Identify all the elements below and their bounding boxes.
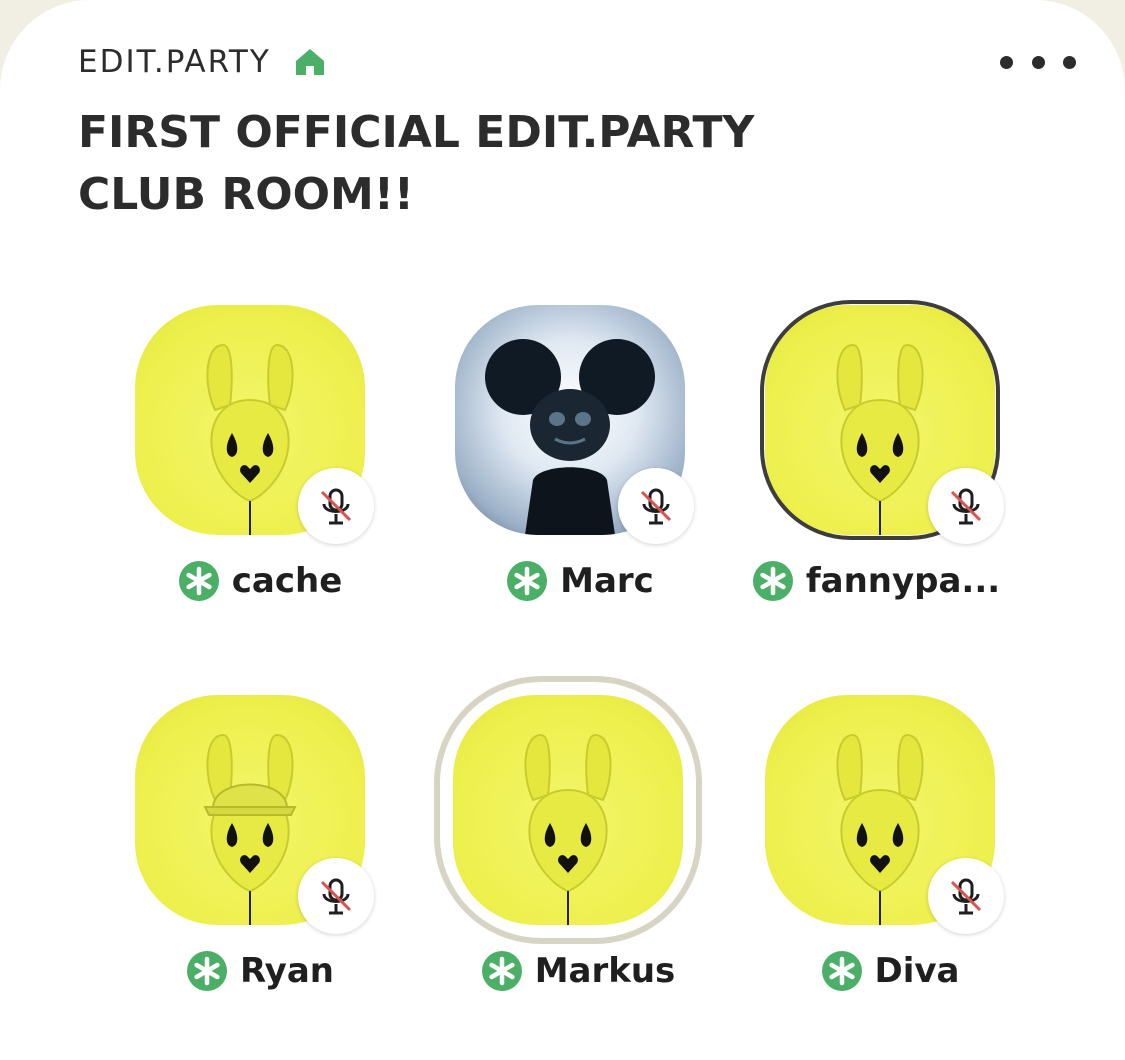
home-icon[interactable] [293,45,327,79]
speaker-name: Marc [560,561,654,601]
moderator-star-icon [506,560,548,602]
moderator-star-icon [186,950,228,992]
muted-mic-icon [618,468,694,544]
more-options-icon [1000,55,1013,69]
muted-mic-icon [298,858,374,934]
muted-mic-icon [298,468,374,544]
speaker-name: Markus [534,951,676,991]
speaker-name: Ryan [240,951,334,991]
room-title-line2: CLUB ROOM!! [78,169,414,220]
more-options-button[interactable] [1000,44,1076,80]
speaker-tile[interactable]: cache [120,290,380,620]
muted-mic-icon [928,858,1004,934]
room-title: FIRST OFFICIAL EDIT.PARTY CLUB ROOM!! [78,102,938,226]
room-header: EDIT.PARTY [78,44,327,80]
speaker-name: cache [231,561,343,601]
speaker-name: fannypa... [805,561,1001,601]
speaker-tile[interactable]: fannypa... [750,290,1010,620]
room-title-line1: FIRST OFFICIAL EDIT.PARTY [78,107,755,158]
moderator-star-icon [752,560,794,602]
speaker-name: Diva [874,951,960,991]
moderator-star-icon [178,560,220,602]
speaker-tile[interactable]: Ryan [120,680,380,1010]
speaker-tile[interactable]: Marc [440,290,700,620]
club-name[interactable]: EDIT.PARTY [78,44,271,80]
avatar[interactable] [453,695,683,925]
speaker-tile[interactable]: Markus [434,676,702,1010]
speaker-tile[interactable]: Diva [750,680,1010,1010]
moderator-star-icon [481,950,523,992]
moderator-star-icon [821,950,863,992]
room-card: EDIT.PARTY FIRST OFFICIAL EDIT.PARTY CLU… [0,0,1125,1060]
muted-mic-icon [928,468,1004,544]
